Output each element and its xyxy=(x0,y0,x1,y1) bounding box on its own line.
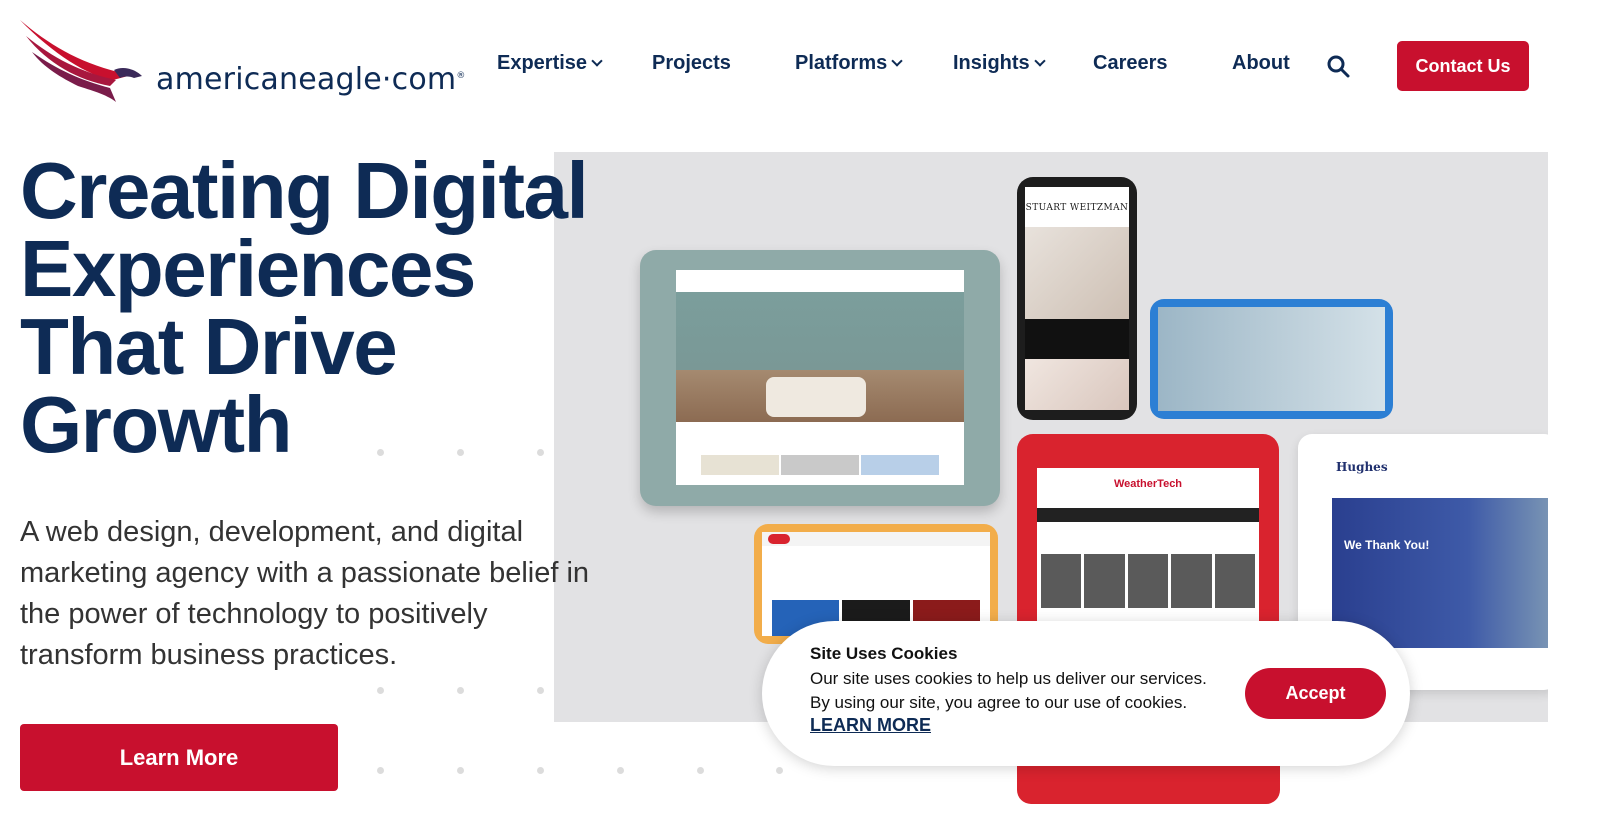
living-room-photo xyxy=(676,292,964,422)
decorative-dot xyxy=(537,767,544,774)
cookie-text: Our site uses cookies to help us deliver… xyxy=(810,669,1207,712)
phone-mockup-stuart-weitzman: STUART WEITZMAN xyxy=(1017,177,1137,420)
hero-title: Creating Digital Experiences That Drive … xyxy=(20,146,620,469)
weathertech-nav-bar xyxy=(1037,508,1259,522)
color-swatches xyxy=(701,455,939,475)
tablet-screen: WeatherTech xyxy=(1037,468,1259,628)
site-header: americaneagle·com® Expertise Projects Pl… xyxy=(0,0,1600,130)
hero-title-line: Creating Digital xyxy=(20,146,589,235)
chevron-down-icon xyxy=(1034,55,1046,67)
decorative-dot xyxy=(377,687,384,694)
decorative-dot xyxy=(457,687,464,694)
phone-brand: STUART WEITZMAN xyxy=(1025,203,1129,213)
decorative-dot xyxy=(697,767,704,774)
dq-logo xyxy=(768,534,790,544)
hughes-brand: Hughes xyxy=(1336,460,1388,474)
hero-title-line: That Drive xyxy=(20,302,398,391)
tablet-mockup-sherwin xyxy=(640,250,1000,506)
shoe-photo xyxy=(1025,359,1129,410)
accept-cookies-button[interactable]: Accept xyxy=(1245,668,1386,719)
learn-more-button[interactable]: Learn More xyxy=(20,724,338,791)
contact-us-button[interactable]: Contact Us xyxy=(1397,41,1529,91)
tablet-mockup-bottom-edge xyxy=(1017,766,1280,804)
promo-banner xyxy=(1025,319,1129,359)
fashion-photo xyxy=(1025,227,1129,319)
weathertech-brand: WeatherTech xyxy=(1113,478,1183,490)
phone-screen: STUART WEITZMAN xyxy=(1025,187,1129,410)
product-grid xyxy=(1041,554,1256,608)
decorative-dot xyxy=(776,767,783,774)
cookie-banner: Site Uses Cookies Our site uses cookies … xyxy=(762,621,1410,766)
decorative-dot xyxy=(457,767,464,774)
nav-careers[interactable]: Careers xyxy=(1093,52,1168,75)
americaneagle-logo[interactable]: americaneagle·com® xyxy=(18,14,465,106)
cookie-title: Site Uses Cookies xyxy=(810,644,958,663)
cookie-learn-more-link[interactable]: LEARN MORE xyxy=(810,715,931,736)
chevron-down-icon xyxy=(591,55,603,67)
logo-wordmark: americaneagle·com® xyxy=(156,62,466,97)
tablet-screen xyxy=(676,270,964,485)
hero-title-line: Growth xyxy=(20,380,292,469)
nav-insights[interactable]: Insights xyxy=(953,52,1046,75)
hughes-heading: We Thank You! xyxy=(1344,538,1430,552)
search-icon[interactable] xyxy=(1326,54,1350,78)
nav-projects[interactable]: Projects xyxy=(652,52,731,75)
nav-about[interactable]: About xyxy=(1232,52,1290,75)
chevron-down-icon xyxy=(891,55,903,67)
tablet-screen xyxy=(1158,307,1385,411)
hero-title-line: Experiences xyxy=(20,224,476,313)
nav-platforms[interactable]: Platforms xyxy=(795,52,903,75)
nav-expertise[interactable]: Expertise xyxy=(497,52,603,75)
eagle-icon xyxy=(20,20,142,102)
dq-header xyxy=(762,532,990,546)
decorative-dot xyxy=(537,687,544,694)
decorative-dot xyxy=(377,767,384,774)
sofa-graphic xyxy=(766,377,866,417)
hero-subtitle: A web design, development, and digital m… xyxy=(20,516,590,671)
tablet-mockup-asq xyxy=(1150,299,1393,419)
decorative-dot xyxy=(617,767,624,774)
